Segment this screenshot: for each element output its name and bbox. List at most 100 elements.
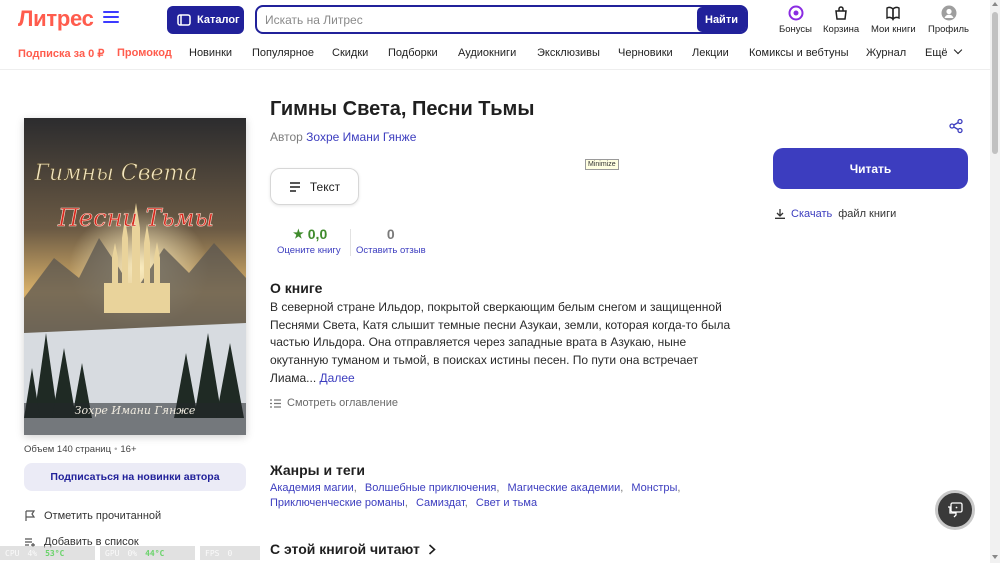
profile-button[interactable]: Профиль [928, 5, 969, 35]
chevron-right-icon [428, 543, 436, 555]
rate-book-link[interactable]: Оцените книгу [277, 245, 341, 256]
about-text: В северной стране Ильдор, покрытой сверк… [270, 299, 740, 388]
age-rating: 16+ [120, 444, 137, 455]
cart-icon [835, 6, 847, 20]
mark-read-label: Отметить прочитанной [44, 510, 162, 522]
page-scrollbar[interactable] [990, 0, 1000, 563]
profile-label: Профиль [928, 24, 970, 35]
book-title: Гимны Света, Песни Тьмы [270, 98, 535, 120]
readers-also-link[interactable]: С этой книгой читают [270, 541, 436, 557]
book-cover-image: Гимны Света Песни Тьмы Зохре Имани Гянже [24, 118, 246, 435]
nav-exclusives[interactable]: Эксклюзивы [537, 47, 600, 59]
chevron-down-icon [953, 45, 962, 55]
catalog-label: Каталог [197, 14, 240, 26]
bonus-label: Бонусы [779, 24, 812, 35]
cover-author: Зохре Имани Гянже [75, 404, 196, 417]
download-action[interactable]: Скачать файл книги [775, 208, 896, 220]
nav-journal[interactable]: Журнал [866, 47, 906, 59]
tag-link[interactable]: Академия магии [270, 482, 354, 494]
rating-block[interactable]: ★ 0,0 Оцените книгу [277, 226, 341, 256]
chat-icon [948, 502, 963, 518]
genre-tags: Академия магии, Волшебные приключения, М… [270, 482, 681, 509]
download-link[interactable]: Скачать [791, 208, 832, 220]
download-icon [775, 209, 785, 219]
nav-audiobooks[interactable]: Аудиокниги [458, 47, 516, 59]
search-input[interactable] [265, 12, 695, 28]
cpu-label: CPU [5, 548, 20, 558]
search-box: Найти [255, 5, 748, 34]
tag-link[interactable]: Свет и тьма [476, 497, 537, 509]
nav-popular[interactable]: Популярное [252, 47, 314, 59]
bonus-icon [788, 5, 803, 21]
rating-value: 0,0 [307, 226, 328, 242]
gpu-label: GPU [105, 548, 120, 558]
cover-title-line1: Гимны Света [33, 161, 197, 186]
my-books-button[interactable]: Мои книги [871, 5, 916, 35]
site-logo[interactable]: Литрес [18, 6, 120, 32]
book-author-line: Автор Зохре Имани Гянже [270, 130, 416, 144]
gpu-stat: GPU 0% 44°C [100, 546, 195, 560]
fps-value: 0 [227, 548, 233, 558]
read-button[interactable]: Читать [773, 148, 968, 189]
toc-link[interactable]: Смотреть оглавление [270, 397, 398, 409]
subscribe-author-button[interactable]: Подписаться на новинки автора [24, 463, 246, 491]
profile-icon [941, 5, 956, 21]
site-header: Литрес Каталог Найти Бонусы Корзина Мои … [0, 0, 990, 40]
nav-subscription[interactable]: Подписка за 0 ₽ [18, 47, 104, 60]
search-button[interactable]: Найти [697, 7, 746, 32]
bonus-button[interactable]: Бонусы [779, 5, 812, 35]
nav-comics[interactable]: Комиксы и вебтуны [749, 47, 849, 59]
fps-label: FPS [205, 548, 220, 558]
author-link[interactable]: Зохре Имани Гянже [306, 130, 416, 144]
main-nav: Подписка за 0 ₽ Промокод Новинки Популяр… [0, 44, 990, 64]
book-meta: Объем 140 страниц • 16+ [24, 444, 137, 455]
cover-title-line2: Песни Тьмы [57, 204, 214, 232]
tag-link[interactable]: Самиздат [416, 497, 465, 509]
book-cover[interactable]: Гимны Света Песни Тьмы Зохре Имани Гянже [24, 118, 246, 435]
fps-stat: FPS 0 [200, 546, 260, 560]
format-label: Текст [309, 179, 341, 194]
support-chat-button[interactable] [935, 490, 975, 530]
cart-button[interactable]: Корзина [823, 5, 859, 35]
scrollbar-thumb[interactable] [992, 12, 998, 154]
reviews-block[interactable]: 0 Оставить отзыв [356, 226, 426, 256]
format-text-button[interactable]: Текст [270, 168, 359, 205]
about-heading: О книге [270, 280, 323, 296]
cpu-stat: CPU 4% 53°C [0, 546, 95, 560]
meta-separator: • [114, 444, 118, 455]
read-more-link[interactable]: Далее [320, 371, 355, 385]
tag-link[interactable]: Волшебные приключения [365, 482, 497, 494]
star-icon: ★ [293, 227, 304, 241]
scroll-up-arrow-icon[interactable] [992, 2, 998, 6]
cpu-temp: 53°C [45, 548, 65, 558]
tag-link[interactable]: Монстры [631, 482, 677, 494]
share-icon[interactable] [948, 118, 964, 134]
cart-label: Корзина [823, 24, 860, 35]
nav-discounts[interactable]: Скидки [332, 47, 368, 59]
hardware-monitor-overlay: CPU 4% 53°C GPU 0% 44°C FPS 0 [0, 546, 268, 560]
rating-value-row: ★ 0,0 [293, 226, 341, 242]
catalog-button[interactable]: Каталог [167, 6, 244, 34]
nav-collections[interactable]: Подборки [388, 47, 438, 59]
nav-promocode[interactable]: Промокод [117, 47, 172, 59]
leave-review-link[interactable]: Оставить отзыв [356, 245, 426, 256]
tag-link[interactable]: Магические академии [508, 482, 621, 494]
toc-label: Смотреть оглавление [287, 397, 399, 409]
nav-drafts[interactable]: Черновики [618, 47, 673, 59]
mark-read-action[interactable]: Отметить прочитанной [24, 510, 161, 522]
genres-heading: Жанры и теги [270, 462, 366, 478]
download-suffix: файл книги [838, 208, 897, 220]
reviews-count: 0 [386, 226, 395, 242]
pages-count: Объем 140 страниц [24, 444, 112, 455]
minimize-tooltip: Minimize [585, 159, 619, 170]
nav-more[interactable]: Ещё [925, 45, 962, 59]
nav-new[interactable]: Новинки [189, 47, 232, 59]
gpu-load: 0% [127, 548, 138, 558]
book-icon [886, 6, 901, 21]
scroll-down-arrow-icon[interactable] [992, 555, 998, 559]
nav-lectures[interactable]: Лекции [692, 47, 729, 59]
logo-mark-icon [103, 11, 120, 25]
rating-divider [350, 229, 351, 256]
nav-more-label: Ещё [925, 47, 948, 59]
tag-link[interactable]: Приключенческие романы [270, 497, 405, 509]
